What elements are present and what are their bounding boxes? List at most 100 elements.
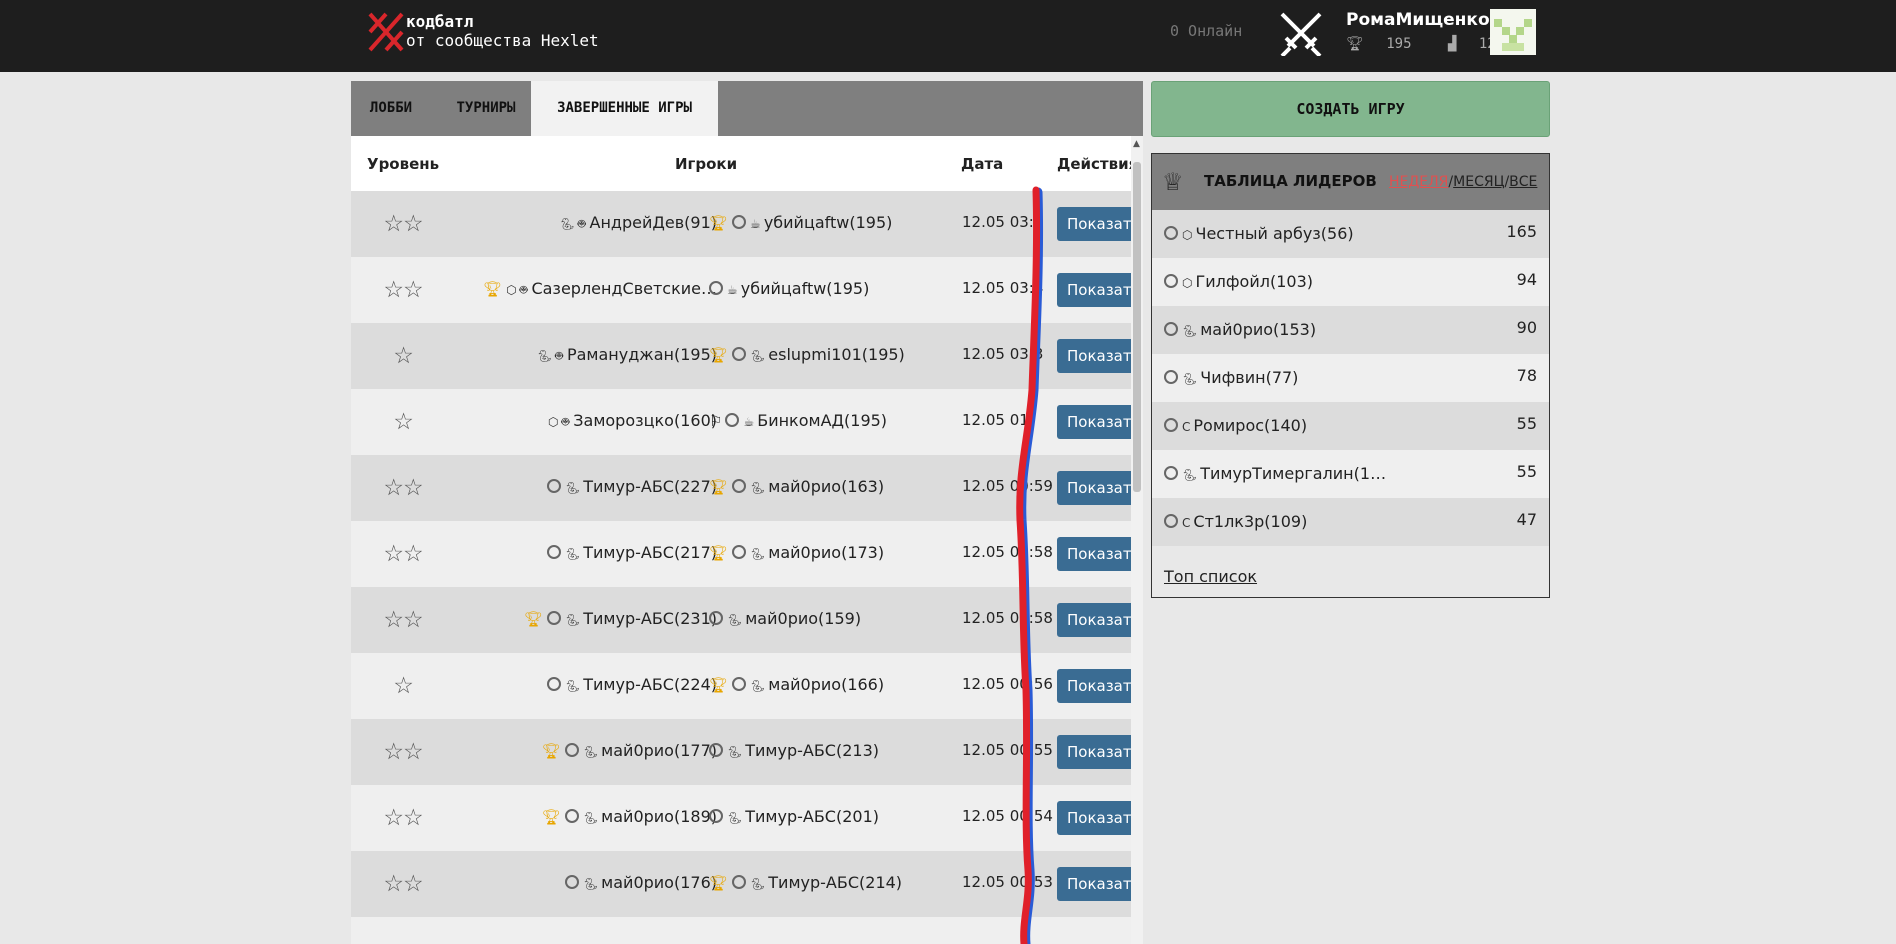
player-two[interactable]: 🏆︎ 🐍︎ май0рио(163) — [709, 477, 979, 496]
robot-icon: 🤖︎ — [577, 217, 586, 232]
leaderboard-row[interactable]: 🐍︎ Чифвин(77) 78 — [1152, 354, 1549, 402]
player-two[interactable]: ☕︎ убийцаftw(195) — [709, 279, 979, 298]
trophy-icon: 🏆︎ — [483, 280, 503, 298]
leaderboard-row[interactable]: ⬡ Честный арбуз(56) 165 — [1152, 210, 1549, 258]
trophy-icon: 🏆︎ — [541, 742, 561, 760]
player-one[interactable]: 🐍︎ Тимур-АБС(227) — [451, 477, 717, 496]
player-one[interactable]: 🐍︎ 🤖︎ АндрейДев(91) — [451, 213, 717, 234]
leaderboard-row[interactable]: 🐍︎ ТимурТимергалин(1… 55 — [1152, 450, 1549, 498]
show-game-button[interactable]: Показать — [1057, 867, 1137, 901]
leader-name[interactable]: C Ромирос(140) — [1164, 416, 1307, 435]
circle-icon — [1164, 418, 1178, 432]
leaderboard-row[interactable]: 🐍︎ май0рио(153) 90 — [1152, 306, 1549, 354]
player-one[interactable]: 🐍︎ Тимур-АБС(224) — [451, 675, 717, 694]
trophy-icon: 🏆︎ — [709, 214, 729, 232]
leader-name[interactable]: C Ст1лк3р(109) — [1164, 512, 1307, 531]
table-row: ☆☆ 🐍︎ 🤖︎ АндрейДев(91) 🏆︎ ☕︎ убийцаftw(195) … — [351, 191, 1137, 257]
create-game-button[interactable]: СОЗДАТЬ ИГРУ — [1151, 81, 1550, 137]
crown-icon: ♕ — [1162, 168, 1184, 196]
circle-icon — [709, 281, 723, 295]
player-one[interactable]: ⬡ 🤖︎ Заморозцко(160) — [451, 411, 717, 432]
scrollbar-thumb[interactable] — [1133, 162, 1141, 492]
logo-icon[interactable] — [366, 10, 406, 54]
python-icon: 🐍︎ — [565, 613, 581, 627]
player-one[interactable]: 🐍︎ Тимур-АБС(217) — [451, 543, 717, 562]
circle-icon — [547, 545, 561, 559]
circle-icon — [564, 809, 579, 823]
show-game-button[interactable]: Показать — [1057, 471, 1137, 505]
leader-score: 78 — [1516, 366, 1537, 385]
python-icon: 🐍︎ — [582, 877, 599, 891]
show-game-button[interactable]: Показать — [1057, 801, 1137, 835]
level-stars: ☆☆ — [383, 211, 423, 237]
table-row: ☆☆ 🏆︎ ⬡ 🤖︎ СазерлендСветские… ☕︎ убийцаftw(1… — [351, 257, 1137, 323]
brand[interactable]: кодбатл от сообщества Hexlet — [406, 12, 599, 51]
tab-completed-games[interactable]: ЗАВЕРШЕННЫЕ ИГРЫ — [531, 81, 718, 136]
player-two[interactable]: 🐍︎ май0рио(159) — [709, 609, 979, 628]
player-two[interactable]: ⚐ ☕︎ БинкомАД(195) — [709, 411, 979, 430]
show-game-button[interactable]: Показать — [1057, 339, 1137, 373]
table-row: ☆☆ 🏆︎ 🐍︎ Тимур-АБС(231) 🐍︎ май0рио(159) 12.… — [351, 587, 1137, 653]
circle-icon — [709, 809, 723, 823]
tab-tournaments[interactable]: ТУРНИРЫ — [431, 81, 541, 136]
python-icon: 🐍︎ — [559, 217, 575, 231]
player-two[interactable]: 🏆︎ 🐍︎ eslupmi101(195) — [709, 345, 979, 364]
period-all-link[interactable]: ВСЕ — [1509, 174, 1537, 190]
leaderboard-row[interactable]: C Ст1лк3р(109) 47 — [1152, 498, 1549, 546]
player-two[interactable]: 🏆︎ 🐍︎ май0рио(173) — [709, 543, 979, 562]
player-one[interactable]: 🏆︎ 🐍︎ Тимур-АБС(231) — [451, 609, 717, 628]
circle-icon — [564, 875, 579, 889]
period-week-link[interactable]: НЕДЕЛЯ — [1389, 174, 1448, 190]
leader-name[interactable]: ⬡ Гилфойл(103) — [1164, 272, 1313, 291]
leaderboard-header: ♕ ТАБЛИЦА ЛИДЕРОВ НЕДЕЛЯ/МЕСЯЦ/ВСЕ — [1152, 154, 1549, 210]
player-two[interactable]: 🏆︎ 🐍︎ май0рио(166) — [709, 675, 979, 694]
player-two[interactable]: 🏆︎ ☕︎ убийцаftw(195) — [709, 213, 979, 232]
circle-icon — [1164, 226, 1178, 240]
table-row: ☆ ⬡ 🤖︎ Заморозцко(160) ⚐ ☕︎ БинкомАД(195) 12… — [351, 389, 1137, 455]
python-icon: 🐍︎ — [750, 877, 766, 891]
table-row — [351, 917, 1131, 944]
tab-lobby[interactable]: ЛОББИ — [351, 81, 431, 136]
show-game-button[interactable]: Показать — [1057, 405, 1137, 439]
circle-icon — [564, 743, 579, 757]
leaderboard-row[interactable]: C Ромирос(140) 55 — [1152, 402, 1549, 450]
show-game-button[interactable]: Показать — [1057, 273, 1137, 307]
brand-title: кодбатл — [406, 12, 474, 31]
golang-icon: ⬡ — [1182, 276, 1193, 290]
period-month-link[interactable]: МЕСЯЦ — [1453, 174, 1504, 190]
player-one[interactable]: 🏆︎ ⬡ 🤖︎ СазерлендСветские… — [451, 279, 717, 300]
player-one[interactable]: 🏆︎ 🐍︎ май0рио(189) — [451, 807, 717, 826]
player-one[interactable]: 🐍︎ май0рио(176) — [451, 873, 717, 892]
circle-icon — [1164, 466, 1178, 480]
circle-icon — [732, 215, 747, 229]
leader-name[interactable]: 🐍︎ ТимурТимергалин(1… — [1164, 464, 1386, 483]
crossed-swords-icon[interactable] — [1276, 10, 1326, 56]
circle-icon — [709, 611, 723, 625]
circle-icon — [1164, 370, 1178, 384]
player-two[interactable]: 🏆︎ 🐍︎ Тимур-АБС(214) — [709, 873, 979, 892]
avatar[interactable] — [1490, 9, 1536, 55]
flag-icon: ⚐ — [709, 412, 723, 430]
trophy-icon: 🏆︎ — [709, 346, 729, 364]
leaderboard-row[interactable]: ⬡ Гилфойл(103) 94 — [1152, 258, 1549, 306]
player-two[interactable]: 🐍︎ Тимур-АБС(201) — [709, 807, 979, 826]
player-two[interactable]: 🐍︎ Тимур-АБС(213) — [709, 741, 979, 760]
online-counter[interactable]: 0 Онлайн — [1170, 22, 1242, 40]
show-game-button[interactable]: Показать — [1057, 603, 1137, 637]
leader-name[interactable]: 🐍︎ Чифвин(77) — [1164, 368, 1298, 387]
player-one[interactable]: 🐍︎ 🤖︎ Рамануджан(195) — [451, 345, 717, 366]
show-game-button[interactable]: Показать — [1057, 537, 1137, 571]
show-game-button[interactable]: Показать — [1057, 735, 1137, 769]
tab-bar: ЛОББИ ТУРНИРЫ ЗАВЕРШЕННЫЕ ИГРЫ — [351, 81, 1143, 136]
player-one[interactable]: 🏆︎ 🐍︎ май0рио(177) — [451, 741, 717, 760]
scroll-up-icon[interactable]: ▲ — [1133, 139, 1140, 149]
leader-name[interactable]: ⬡ Честный арбуз(56) — [1164, 224, 1354, 243]
table-scrollbar[interactable]: ▲ — [1131, 136, 1143, 944]
top-list-link[interactable]: Топ список — [1164, 567, 1257, 586]
level-stars: ☆☆ — [383, 805, 423, 831]
leader-name[interactable]: 🐍︎ май0рио(153) — [1164, 320, 1316, 339]
game-date: 12.05 03:3 — [962, 345, 1044, 363]
show-game-button[interactable]: Показать — [1057, 669, 1137, 703]
user-name[interactable]: РомаМищенко — [1346, 10, 1490, 30]
show-game-button[interactable]: Показать — [1057, 207, 1137, 241]
